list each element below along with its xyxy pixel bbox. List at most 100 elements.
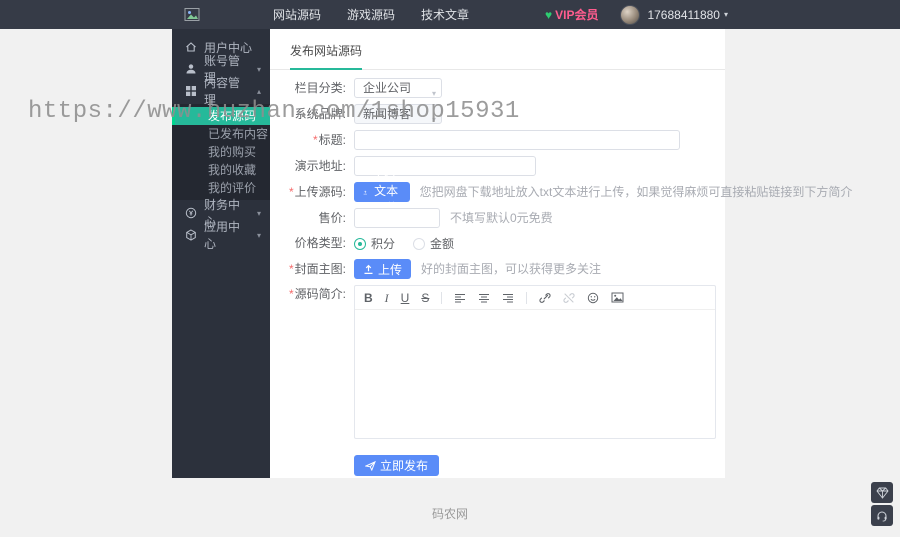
required-marker: * bbox=[288, 287, 294, 301]
headset-icon bbox=[877, 511, 887, 522]
cover-upload-button[interactable]: 上传 bbox=[354, 259, 412, 279]
chevron-down-icon: ▾ bbox=[431, 115, 436, 124]
rich-text-editor: B I U S bbox=[354, 285, 716, 439]
radio-money-label: 金额 bbox=[430, 237, 455, 251]
unlink-icon[interactable] bbox=[563, 292, 575, 304]
customer-service-float-button[interactable] bbox=[871, 505, 893, 526]
publish-now-button-label: 立即发布 bbox=[380, 459, 429, 473]
vip-float-button[interactable] bbox=[871, 482, 893, 503]
page: 网站源码 游戏源码 技术文章 ♥ VIP会员 17688411880 ▾ htt… bbox=[0, 0, 900, 537]
nav-item-game-source[interactable]: 游戏源码 bbox=[347, 6, 395, 23]
demo-url-label: 演示地址: bbox=[294, 158, 346, 173]
chevron-down-icon: ▾ bbox=[431, 89, 436, 98]
radio-points-label: 积分 bbox=[371, 237, 396, 251]
form-row-category: 栏目分类: 企业公司 ▾ bbox=[284, 78, 725, 98]
top-navbar: 网站源码 游戏源码 技术文章 ♥ VIP会员 17688411880 ▾ bbox=[0, 0, 900, 29]
nav-item-website-source[interactable]: 网站源码 bbox=[273, 6, 321, 23]
editor-content-area[interactable] bbox=[355, 310, 715, 438]
nav-item-tech-articles[interactable]: 技术文章 bbox=[421, 6, 469, 23]
price-type-radio-group: 积分 金额 bbox=[354, 235, 454, 252]
publish-form: 栏目分类: 企业公司 ▾ 系统品牌: 新闻博客 ▾ *标题: 演示地址: *上传… bbox=[270, 70, 852, 476]
form-row-title: *标题: bbox=[284, 130, 725, 150]
align-right-icon[interactable] bbox=[502, 293, 514, 303]
title-input[interactable] bbox=[354, 130, 680, 150]
align-center-icon[interactable] bbox=[478, 293, 490, 303]
strikethrough-icon[interactable]: S bbox=[421, 292, 429, 304]
upload-source-label: *上传源码: bbox=[288, 184, 346, 199]
align-left-icon[interactable] bbox=[454, 293, 466, 303]
radio-money[interactable]: 金额 bbox=[413, 235, 454, 252]
content-submenu: 发布源码 已发布内容 我的购买 我的收藏 我的评价 bbox=[172, 104, 270, 200]
footer-site-name: 码农网 bbox=[431, 507, 468, 521]
italic-icon[interactable]: I bbox=[385, 292, 389, 304]
brand-select[interactable]: 新闻博客 ▾ bbox=[354, 104, 442, 124]
publish-now-button[interactable]: 立即发布 bbox=[354, 455, 440, 476]
title-label: *标题: bbox=[312, 132, 346, 147]
intro-label: *源码简介: bbox=[288, 287, 346, 301]
price-type-label: 价格类型: bbox=[294, 236, 346, 250]
user-icon bbox=[186, 64, 196, 74]
form-row-price: 售价: 不填写默认0元免费 bbox=[284, 208, 725, 228]
editor-toolbar: B I U S bbox=[355, 286, 715, 310]
tab-bar: 发布网站源码 bbox=[270, 29, 725, 70]
radio-points[interactable]: 积分 bbox=[354, 235, 395, 252]
required-marker: * bbox=[312, 132, 318, 147]
navbar-right: ♥ VIP会员 17688411880 ▾ bbox=[545, 4, 728, 25]
user-avatar[interactable] bbox=[620, 4, 641, 25]
insert-image-icon[interactable] bbox=[611, 292, 624, 303]
sidebar-item-label: 内容管理 bbox=[204, 76, 241, 107]
vip-membership-link[interactable]: ♥ VIP会员 bbox=[545, 6, 598, 23]
cover-image-label: *封面主图: bbox=[288, 261, 346, 276]
radio-dot-icon bbox=[354, 237, 366, 250]
site-logo-broken-image-icon[interactable] bbox=[184, 7, 201, 22]
bold-icon[interactable]: B bbox=[364, 292, 373, 304]
chevron-down-icon: ▾ bbox=[256, 230, 261, 240]
send-icon bbox=[365, 460, 376, 471]
brand-label: 系统品牌: bbox=[294, 106, 346, 121]
home-icon bbox=[186, 42, 196, 52]
chevron-down-icon[interactable]: ▾ bbox=[724, 10, 728, 19]
tab-publish-website-source[interactable]: 发布网站源码 bbox=[290, 42, 363, 70]
submenu-item-my-reviews[interactable]: 我的评价 bbox=[172, 179, 270, 197]
submenu-item-published-content[interactable]: 已发布内容 bbox=[172, 125, 270, 143]
vip-label: VIP会员 bbox=[555, 8, 599, 22]
cover-hint-text: 好的封面主图，可以获得更多关注 bbox=[421, 261, 602, 276]
broken-image-icon bbox=[184, 8, 200, 21]
user-phone-number[interactable]: 17688411880 bbox=[647, 8, 720, 22]
finance-icon bbox=[185, 207, 197, 219]
emoji-icon[interactable] bbox=[587, 292, 599, 304]
brand-selected-value: 新闻博客 bbox=[363, 107, 412, 121]
submenu-item-publish-source[interactable]: 发布源码 bbox=[172, 107, 270, 125]
underline-icon[interactable]: U bbox=[401, 292, 410, 304]
form-row-price-type: 价格类型: 积分 金额 bbox=[284, 234, 725, 253]
upload-hint-text: 您把网盘下载地址放入txt文本进行上传，如果觉得麻烦可直接粘贴链接到下方简介 bbox=[419, 184, 853, 199]
submenu-item-my-favorites[interactable]: 我的收藏 bbox=[172, 161, 270, 179]
sidebar-item-content[interactable]: 内容管理 ▴ bbox=[172, 76, 270, 107]
cover-upload-button-label: 上传 bbox=[378, 262, 403, 277]
toolbar-divider bbox=[526, 291, 528, 304]
category-select[interactable]: 企业公司 ▾ bbox=[354, 78, 442, 98]
form-row-demo-url: 演示地址: bbox=[284, 156, 725, 176]
apps-icon bbox=[186, 229, 196, 241]
category-label: 栏目分类: bbox=[294, 80, 346, 95]
sidebar-item-app-center[interactable]: 应用中心 ▾ bbox=[172, 220, 270, 251]
txt-upload-button[interactable]: TXT文本上传 bbox=[354, 168, 410, 215]
grid-icon bbox=[186, 86, 196, 96]
diamond-icon bbox=[875, 487, 889, 499]
radio-dot-icon bbox=[413, 237, 426, 250]
sidebar-item-label: 应用中心 bbox=[204, 220, 241, 251]
price-hint-text: 不填写默认0元免费 bbox=[450, 210, 553, 225]
form-row-intro: *源码简介: B I U S bbox=[284, 285, 725, 439]
heart-icon: ♥ bbox=[544, 7, 553, 22]
upload-icon bbox=[363, 190, 367, 194]
chevron-down-icon: ▾ bbox=[256, 64, 261, 74]
link-icon[interactable] bbox=[539, 292, 551, 304]
category-selected-value: 企业公司 bbox=[363, 81, 412, 95]
submenu-item-my-purchases[interactable]: 我的购买 bbox=[172, 143, 270, 161]
navbar-inner: 网站源码 游戏源码 技术文章 ♥ VIP会员 17688411880 ▾ bbox=[172, 0, 728, 29]
upload-icon bbox=[364, 264, 373, 274]
price-input[interactable] bbox=[354, 208, 440, 228]
floating-buttons bbox=[871, 482, 893, 526]
form-row-brand: 系统品牌: 新闻博客 ▾ bbox=[284, 104, 725, 124]
form-row-cover-image: *封面主图: 上传 好的封面主图，可以获得更多关注 bbox=[284, 259, 725, 279]
